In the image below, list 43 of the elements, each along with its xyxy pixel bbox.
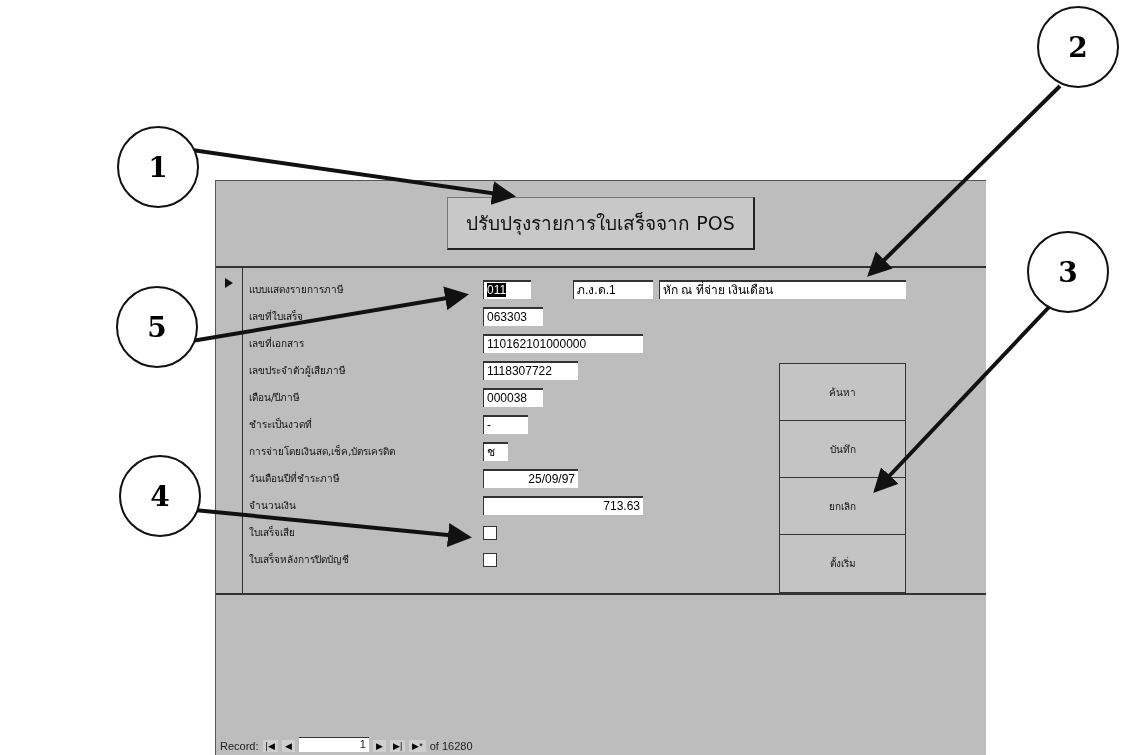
field-label: แบบแสดงรายการภาษี <box>249 283 345 297</box>
form-button[interactable]: ค้นหา <box>780 364 905 421</box>
field-label: ใบเสร็จเสีย <box>249 525 296 540</box>
previous-record-button[interactable]: ◀ <box>281 740 295 752</box>
callout-number: 1 <box>117 126 199 208</box>
form-button[interactable]: ยกเลิก <box>780 478 905 535</box>
input-field[interactable]: 110162101000000 <box>483 334 643 353</box>
input-field[interactable]: - <box>483 415 528 434</box>
field-label: ชำระเป็นงวดที่ <box>249 417 313 432</box>
field-label: วันเดือนปีที่ชำระภาษี <box>249 471 341 486</box>
record-count: of 16280 <box>429 740 473 752</box>
record-selector-icon <box>225 278 233 288</box>
form-button[interactable]: ตั้งเริ่ม <box>780 535 905 592</box>
field-label: เดือน/ปีภาษี <box>249 391 302 405</box>
field-label: ใบเสร็จหลังการปิดบัญชี <box>249 552 350 567</box>
field-label: เลขประจำตัวผู้เสียภาษี <box>249 364 347 378</box>
field-label: เลขที่เอกสาร <box>249 336 305 351</box>
input-field[interactable]: 063303 <box>483 307 543 326</box>
new-record-button[interactable]: ▶* <box>409 740 426 752</box>
callout-number: 3 <box>1027 231 1109 313</box>
input-field[interactable]: 713.63 <box>483 496 643 515</box>
last-record-button[interactable]: ▶| <box>389 740 406 752</box>
checkbox[interactable] <box>483 552 497 567</box>
input-field[interactable]: หัก ณ ที่จ่าย เงินเดือน <box>659 280 906 299</box>
input-field[interactable]: ภ.ง.ด.1 <box>573 280 653 299</box>
checkbox[interactable] <box>483 525 497 540</box>
next-record-button[interactable]: ▶ <box>372 740 386 752</box>
record-number-field[interactable]: 1 <box>298 737 369 752</box>
input-field[interactable]: 1118307722 <box>483 361 578 380</box>
form-title: ปรับปรุงรายการใบเสร็จจาก POS <box>447 197 755 250</box>
input-field[interactable]: ช <box>483 442 508 461</box>
first-record-button[interactable]: |◀ <box>262 740 278 752</box>
input-field[interactable]: 25/09/97 <box>483 469 578 488</box>
field-label: การจ่ายโดยเงินสด,เช็ค,บัตรเครดิต <box>249 444 397 459</box>
field-label: เลขที่ใบเสร็จ <box>249 309 304 324</box>
form-button[interactable]: บันทึก <box>780 421 905 478</box>
input-field[interactable]: 000038 <box>483 388 543 407</box>
callout-number: 5 <box>116 286 198 368</box>
field-label: จำนวนเงิน <box>249 499 297 513</box>
input-field[interactable]: 011 <box>483 280 531 299</box>
callout-number: 2 <box>1037 6 1119 88</box>
callout-number: 4 <box>119 455 201 537</box>
record-label: Record: <box>220 740 259 752</box>
